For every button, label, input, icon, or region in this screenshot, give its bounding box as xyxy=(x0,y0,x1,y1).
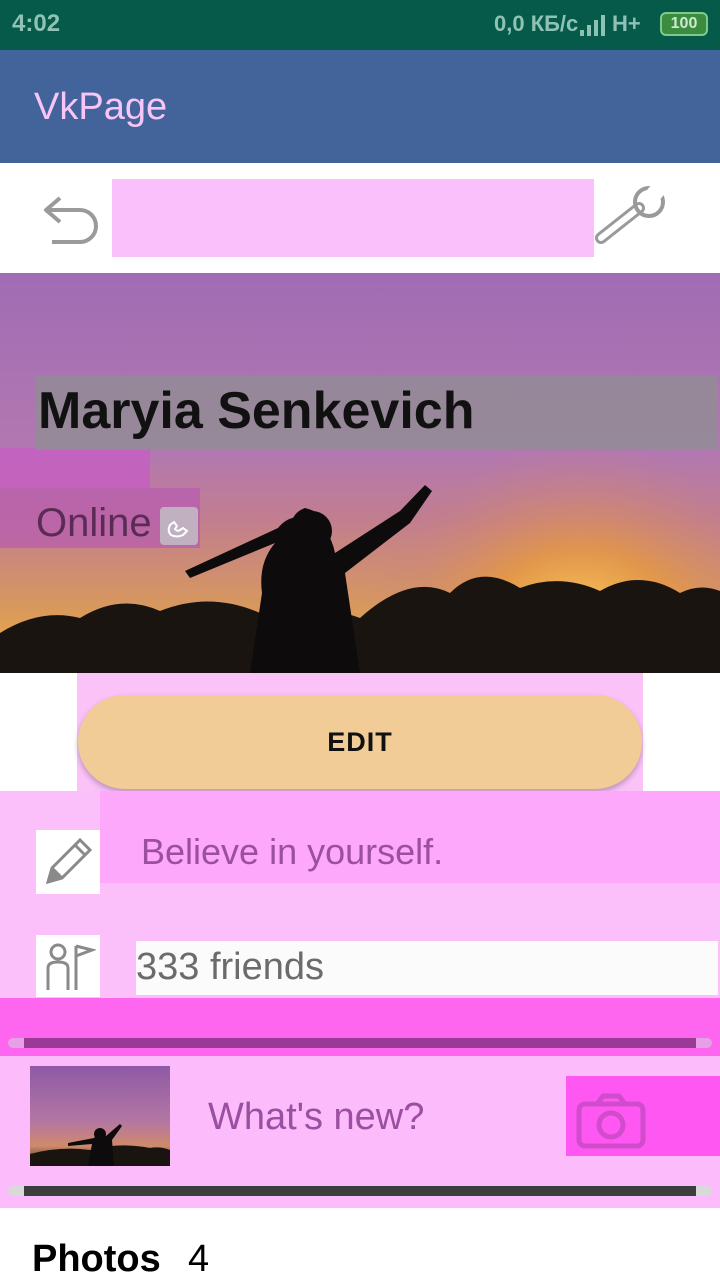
pencil-icon xyxy=(45,837,93,885)
photos-section[interactable]: Photos 4 xyxy=(0,1208,720,1280)
friends-count[interactable]: 333 friends xyxy=(136,946,324,989)
app-bar: VkPage xyxy=(0,50,720,163)
cover-image xyxy=(0,273,720,673)
online-status: Online xyxy=(36,501,152,545)
photos-label: Photos xyxy=(32,1238,161,1280)
scroll-thumb-bottom[interactable] xyxy=(24,1186,696,1196)
app-title: VkPage xyxy=(34,86,168,128)
cover-photo: Maryia Senkevich Online xyxy=(0,273,720,673)
avatar-image xyxy=(30,1124,170,1166)
profile-toolbar xyxy=(0,163,720,273)
edit-button[interactable]: EDIT xyxy=(78,695,642,789)
network-type: H+ xyxy=(612,11,641,36)
phone-button[interactable] xyxy=(160,507,198,545)
back-arrow-icon xyxy=(44,196,98,244)
avatar[interactable] xyxy=(30,1066,170,1166)
back-button[interactable] xyxy=(34,179,112,257)
phone-icon xyxy=(167,520,189,538)
status-quote[interactable]: Believe in yourself. xyxy=(141,831,443,873)
friends-icon xyxy=(46,943,96,990)
network-speed: 0,0 КБ/с xyxy=(494,11,579,36)
photos-count: 4 xyxy=(188,1238,210,1280)
scroll-thumb-top[interactable] xyxy=(24,1038,696,1048)
camera-button[interactable] xyxy=(566,1076,656,1166)
camera-icon xyxy=(576,1093,646,1149)
profile-info: Believe in yourself. 333 friends xyxy=(0,791,720,998)
whats-new-input[interactable]: What's new? xyxy=(208,1096,424,1139)
profile-name: Maryia Senkevich xyxy=(38,382,475,440)
battery-icon: 100 xyxy=(660,12,708,36)
friends-icon-box xyxy=(36,935,100,997)
signal-icon xyxy=(580,15,605,36)
status-bar: 4:02 0,0 КБ/с H+ 100 xyxy=(0,0,720,50)
quote-edit-button[interactable] xyxy=(36,830,100,894)
wrench-icon xyxy=(595,186,666,244)
settings-button[interactable] xyxy=(594,179,672,257)
battery-level: 100 xyxy=(670,15,698,32)
toolbar-strip xyxy=(34,179,672,257)
status-time: 4:02 xyxy=(12,10,61,37)
